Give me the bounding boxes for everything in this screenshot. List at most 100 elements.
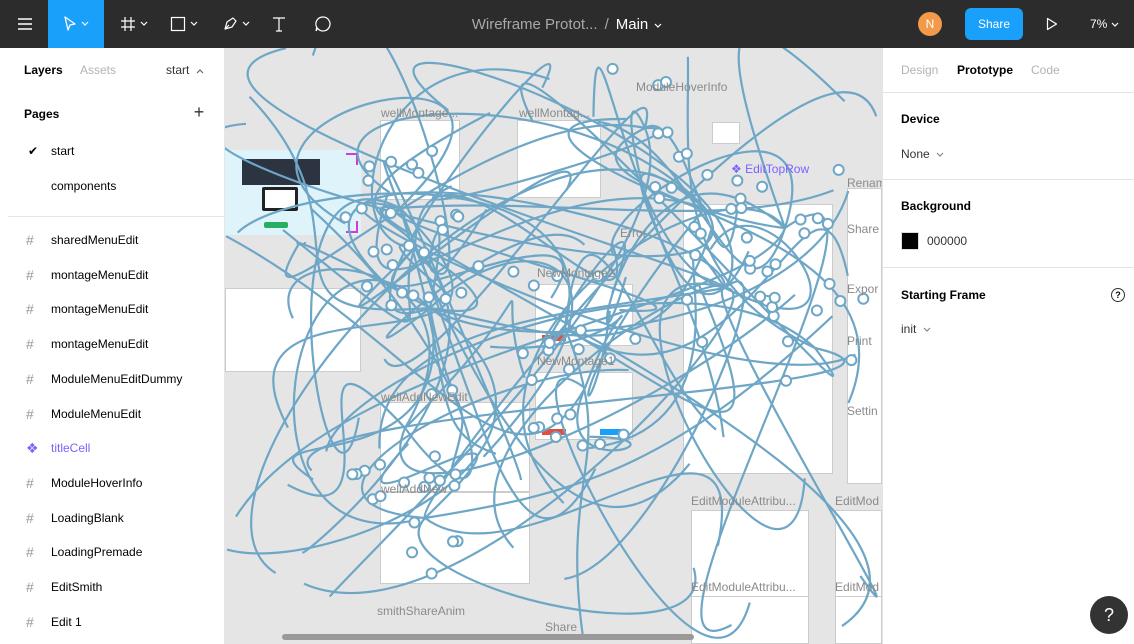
page-item-start[interactable]: ✔ start bbox=[0, 136, 224, 166]
connection-node[interactable] bbox=[821, 217, 834, 230]
connection-node[interactable] bbox=[811, 212, 824, 225]
connection-node[interactable] bbox=[653, 192, 666, 205]
connection-node[interactable] bbox=[781, 335, 794, 348]
connection-node[interactable] bbox=[735, 202, 748, 215]
connection-node[interactable] bbox=[422, 291, 435, 304]
share-button[interactable]: Share bbox=[965, 8, 1023, 40]
layer-row[interactable]: # montageMenuEdit bbox=[0, 292, 224, 326]
connection-node[interactable] bbox=[339, 211, 352, 224]
connection-node[interactable] bbox=[551, 412, 564, 425]
connection-node[interactable] bbox=[576, 439, 589, 452]
connection-node[interactable] bbox=[617, 428, 630, 441]
connection-node[interactable] bbox=[436, 223, 449, 236]
connection-node[interactable] bbox=[417, 246, 430, 259]
connection-node[interactable] bbox=[572, 343, 585, 356]
connection-node[interactable] bbox=[594, 438, 607, 451]
connection-node[interactable] bbox=[606, 62, 619, 75]
project-name[interactable]: Wireframe Protot... bbox=[472, 16, 598, 33]
shape-tool-button[interactable] bbox=[164, 0, 204, 48]
present-button[interactable] bbox=[1040, 0, 1064, 48]
layer-row[interactable]: # LoadingPremade bbox=[0, 535, 224, 569]
frame-label[interactable]: wellAddNew bbox=[381, 482, 447, 496]
frame-label[interactable]: wellMontage... bbox=[381, 106, 458, 120]
connection-node[interactable] bbox=[408, 516, 421, 529]
add-page-button[interactable]: + bbox=[190, 102, 208, 123]
frame-label[interactable]: Expor bbox=[847, 282, 878, 296]
connection-node[interactable] bbox=[810, 304, 823, 317]
connection-node[interactable] bbox=[834, 295, 847, 308]
connection-node[interactable] bbox=[780, 374, 793, 387]
help-icon[interactable]: ? bbox=[1111, 288, 1125, 302]
frame-label[interactable]: Share bbox=[847, 222, 879, 236]
help-button[interactable]: ? bbox=[1090, 596, 1128, 634]
connection-node[interactable] bbox=[527, 421, 540, 434]
connection-node[interactable] bbox=[407, 289, 420, 302]
connection-node[interactable] bbox=[385, 155, 398, 168]
connection-node[interactable] bbox=[367, 245, 380, 258]
frame-label[interactable]: EditMod bbox=[835, 580, 879, 594]
frame-label[interactable]: ModuleHoverInfo bbox=[636, 80, 727, 94]
layer-row[interactable]: # Edit 1 bbox=[0, 605, 224, 639]
connection-node[interactable] bbox=[363, 160, 376, 173]
canvas-horizontal-scrollbar[interactable] bbox=[282, 634, 694, 640]
frame-label[interactable]: wellMontag... bbox=[519, 106, 590, 120]
layer-row[interactable]: # EditSmith bbox=[0, 570, 224, 604]
connection-node[interactable] bbox=[652, 127, 665, 140]
connection-node[interactable] bbox=[472, 260, 485, 273]
connection-node[interactable] bbox=[768, 291, 781, 304]
connection-node[interactable] bbox=[380, 243, 393, 256]
tab-prototype[interactable]: Prototype bbox=[957, 63, 1013, 77]
comment-tool-button[interactable] bbox=[308, 0, 338, 48]
connection-node[interactable] bbox=[543, 336, 556, 349]
connection-node[interactable] bbox=[527, 279, 540, 292]
connection-node[interactable] bbox=[385, 299, 398, 312]
page-item-components[interactable]: components bbox=[0, 171, 224, 201]
layer-row[interactable]: ❖ titleCell bbox=[0, 431, 224, 465]
connection-node[interactable] bbox=[680, 147, 693, 160]
connection-node[interactable] bbox=[362, 174, 375, 187]
frame-label[interactable]: EditMod bbox=[835, 494, 879, 508]
connection-node[interactable] bbox=[696, 336, 709, 349]
connection-node[interactable] bbox=[740, 231, 753, 244]
page-selector[interactable]: start bbox=[166, 63, 204, 77]
connection-node[interactable] bbox=[743, 254, 756, 267]
connection-node[interactable] bbox=[694, 227, 707, 240]
connection-node[interactable] bbox=[448, 479, 461, 492]
frame-label[interactable]: Settin bbox=[847, 404, 878, 418]
frame-label[interactable]: wellAddNewEdit bbox=[381, 390, 468, 404]
connection-node[interactable] bbox=[574, 324, 587, 337]
connection-node[interactable] bbox=[754, 290, 767, 303]
layer-row[interactable]: # ModuleMenuEdit bbox=[0, 397, 224, 431]
user-avatar[interactable]: N bbox=[918, 12, 942, 36]
frame-label[interactable]: EditModuleAttribu... bbox=[691, 494, 796, 508]
layer-row[interactable]: # montageMenuEdit bbox=[0, 327, 224, 361]
connection-node[interactable] bbox=[525, 374, 538, 387]
connection-wire[interactable] bbox=[424, 315, 834, 520]
connection-node[interactable] bbox=[406, 546, 419, 559]
page-name[interactable]: Main bbox=[616, 16, 649, 33]
frame-label[interactable]: Error bbox=[620, 226, 647, 240]
frame-label[interactable]: NewMontage2 bbox=[537, 266, 614, 280]
background-color-swatch[interactable] bbox=[901, 232, 919, 250]
layer-row[interactable]: # ModuleHoverInfo bbox=[0, 466, 224, 500]
component-label[interactable]: ❖ EditTopRow bbox=[731, 162, 809, 176]
connection-node[interactable] bbox=[425, 567, 438, 580]
starting-frame-select[interactable]: init bbox=[901, 322, 931, 336]
connection-node[interactable] bbox=[412, 166, 425, 179]
pen-tool-button[interactable] bbox=[216, 0, 256, 48]
connection-node[interactable] bbox=[449, 468, 462, 481]
connection-wire[interactable] bbox=[225, 235, 586, 436]
layer-row[interactable]: # montageMenuEdit bbox=[0, 258, 224, 292]
connection-node[interactable] bbox=[346, 468, 359, 481]
background-hex-input[interactable]: 000000 bbox=[927, 234, 967, 248]
connection-node[interactable] bbox=[386, 259, 399, 272]
connection-node[interactable] bbox=[439, 292, 452, 305]
tab-layers[interactable]: Layers bbox=[24, 63, 63, 77]
connection-node[interactable] bbox=[564, 408, 577, 421]
layer-row[interactable]: # LoadingBlank bbox=[0, 501, 224, 535]
connection-node[interactable] bbox=[701, 168, 714, 181]
tab-design[interactable]: Design bbox=[901, 63, 938, 77]
connection-node[interactable] bbox=[731, 174, 744, 187]
connection-node[interactable] bbox=[665, 181, 678, 194]
frame-label[interactable]: NewMontage1 bbox=[537, 354, 614, 368]
